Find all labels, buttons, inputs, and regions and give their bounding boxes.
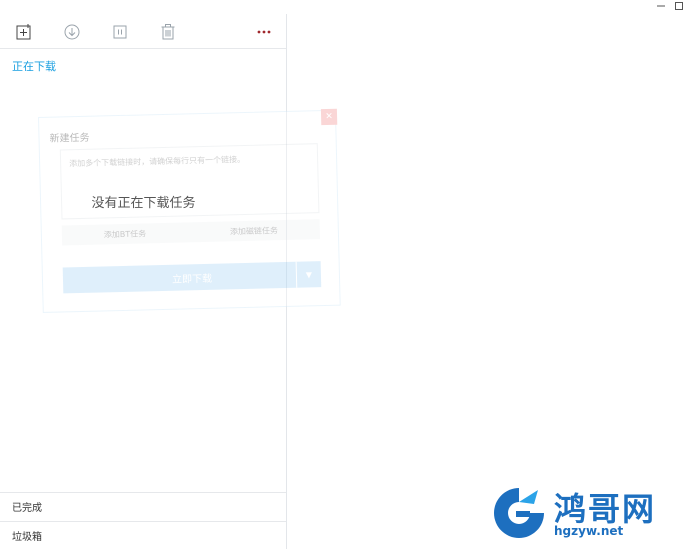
nav-item-trash[interactable]: 垃圾箱 bbox=[0, 521, 286, 549]
plus-square-icon bbox=[16, 24, 31, 40]
new-task-button[interactable] bbox=[14, 22, 34, 42]
trash-icon bbox=[161, 24, 175, 40]
watermark-url: hgzyw.net bbox=[554, 524, 624, 538]
toolbar bbox=[0, 14, 286, 49]
downloading-tab-title[interactable]: 正在下载 bbox=[12, 58, 56, 74]
maximize-icon bbox=[675, 2, 683, 10]
minimize-button[interactable] bbox=[654, 0, 668, 12]
download-circle-icon bbox=[64, 24, 80, 40]
ghost-close-icon: ✕ bbox=[320, 108, 338, 126]
ghost-new-task-dialog: 新建任务 ✕ 添加多个下载链接时，请确保每行只有一个链接。 添加BT任务 添加磁… bbox=[38, 108, 341, 313]
maximize-button[interactable] bbox=[672, 0, 686, 12]
more-button[interactable] bbox=[254, 22, 274, 42]
nav-item-completed[interactable]: 已完成 bbox=[0, 492, 286, 520]
ghost-chevron-down-icon: ▼ bbox=[295, 261, 322, 288]
pause-button[interactable] bbox=[110, 22, 130, 42]
nav-item-label: 垃圾箱 bbox=[12, 532, 42, 543]
ghost-download-now-button: 立即下载 ▼ bbox=[62, 261, 322, 294]
delete-button[interactable] bbox=[158, 22, 178, 42]
ghost-task-type-row: 添加BT任务 添加磁链任务 bbox=[61, 219, 321, 246]
ghost-download-now-label: 立即下载 bbox=[171, 273, 213, 286]
window-controls bbox=[654, 0, 690, 12]
minimize-icon bbox=[657, 5, 665, 7]
ghost-add-magnet-label: 添加磁链任务 bbox=[229, 225, 279, 236]
watermark-logo: 鸿哥网 hgzyw.net bbox=[488, 482, 684, 544]
ghost-dialog-title: 新建任务 bbox=[49, 132, 90, 145]
nav-item-label: 已完成 bbox=[12, 503, 42, 514]
start-download-button[interactable] bbox=[62, 22, 82, 42]
pause-icon bbox=[113, 25, 127, 39]
watermark-g-icon bbox=[494, 488, 544, 538]
ghost-add-bt-label: 添加BT任务 bbox=[103, 228, 147, 239]
empty-state-message: 没有正在下载任务 bbox=[91, 196, 196, 211]
more-icon bbox=[257, 30, 271, 34]
